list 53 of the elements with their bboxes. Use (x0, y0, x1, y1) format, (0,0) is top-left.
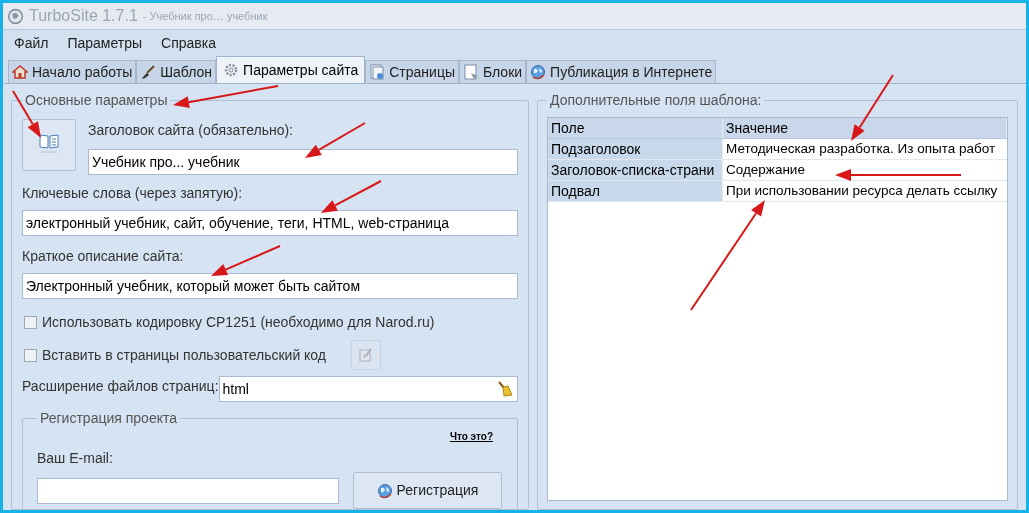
site-title-field[interactable]: Учебник про... учебник (88, 149, 518, 175)
annotation-arrow (321, 180, 382, 213)
tab[interactable]: Шаблон (136, 60, 217, 83)
notepad-icon (358, 347, 375, 363)
tab[interactable]: Параметры сайта (216, 56, 366, 83)
extension-field[interactable]: html (218, 376, 518, 402)
block-icon (463, 64, 479, 80)
checkbox-label: Вставить в страницы пользовательский код (42, 345, 327, 365)
edit-code-button[interactable] (351, 340, 382, 370)
book-button[interactable] (22, 119, 76, 171)
table-cell: Подзаголовок (548, 139, 723, 159)
house-icon (12, 64, 28, 80)
pages-icon (369, 64, 386, 80)
table-cell-text: При использовании ресурса делать ссылку (726, 181, 998, 200)
window-title: TurboSite 1.7.1 (29, 6, 138, 26)
tab[interactable]: Страницы (365, 60, 459, 83)
checkbox-label: Использовать кодировку CP1251 (необходимо для Narod.ru) (42, 312, 435, 332)
table-cell-text: Содержание (726, 160, 805, 179)
what-is-this-link[interactable]: Что это? (449, 429, 493, 444)
tab[interactable]: Начало работы (8, 60, 137, 83)
annotation-arrow (851, 74, 894, 141)
table-cell-text: Методическая разработка. Из опыта работ (726, 139, 996, 158)
table-cell: Подвал (548, 181, 723, 201)
globe-icon (376, 482, 393, 499)
field-label: Расширение файлов страниц: (22, 377, 219, 396)
checkbox[interactable] (24, 348, 37, 362)
column-header[interactable]: Поле (548, 118, 723, 138)
field-label: Краткое описание сайта: (22, 247, 184, 266)
window-subtitle: - Учебник про… учебник (142, 8, 268, 24)
tab[interactable]: Блоки (459, 60, 527, 83)
group-title: Основные параметры (24, 91, 169, 110)
email-label: Ваш E-mail: (37, 449, 114, 468)
field-label: Заголовок сайта (обязательно): (88, 121, 293, 140)
keywords-field[interactable]: электронный учебник, сайт, обучение, теги, HTML, web-страница (22, 210, 518, 236)
gear-icon (223, 62, 240, 78)
app-logo-icon (7, 7, 24, 25)
globe-icon (530, 64, 547, 80)
description-field[interactable]: Электронный учебник, который может быть сайтом (22, 273, 518, 299)
email-field[interactable] (37, 477, 339, 504)
brush-icon (140, 64, 157, 80)
menu-item[interactable]: Файл (14, 32, 49, 54)
broom-icon (496, 380, 514, 398)
group-title: Регистрация проекта (39, 409, 178, 428)
group-title: Дополнительные поля шаблона: (549, 91, 763, 110)
register-button[interactable]: Регистрация (353, 472, 502, 509)
menu-item[interactable]: Параметры (67, 32, 143, 54)
annotation-arrow (305, 122, 366, 158)
annotation-arrow (211, 245, 281, 276)
tab[interactable]: Публикация в Интернете (526, 60, 717, 83)
menu-item[interactable]: Справка (161, 32, 216, 54)
field-label: Ключевые слова (через запятую): (22, 184, 243, 203)
table-cell: Заголовок-списка-страни (548, 160, 723, 180)
checkbox[interactable] (24, 315, 37, 329)
